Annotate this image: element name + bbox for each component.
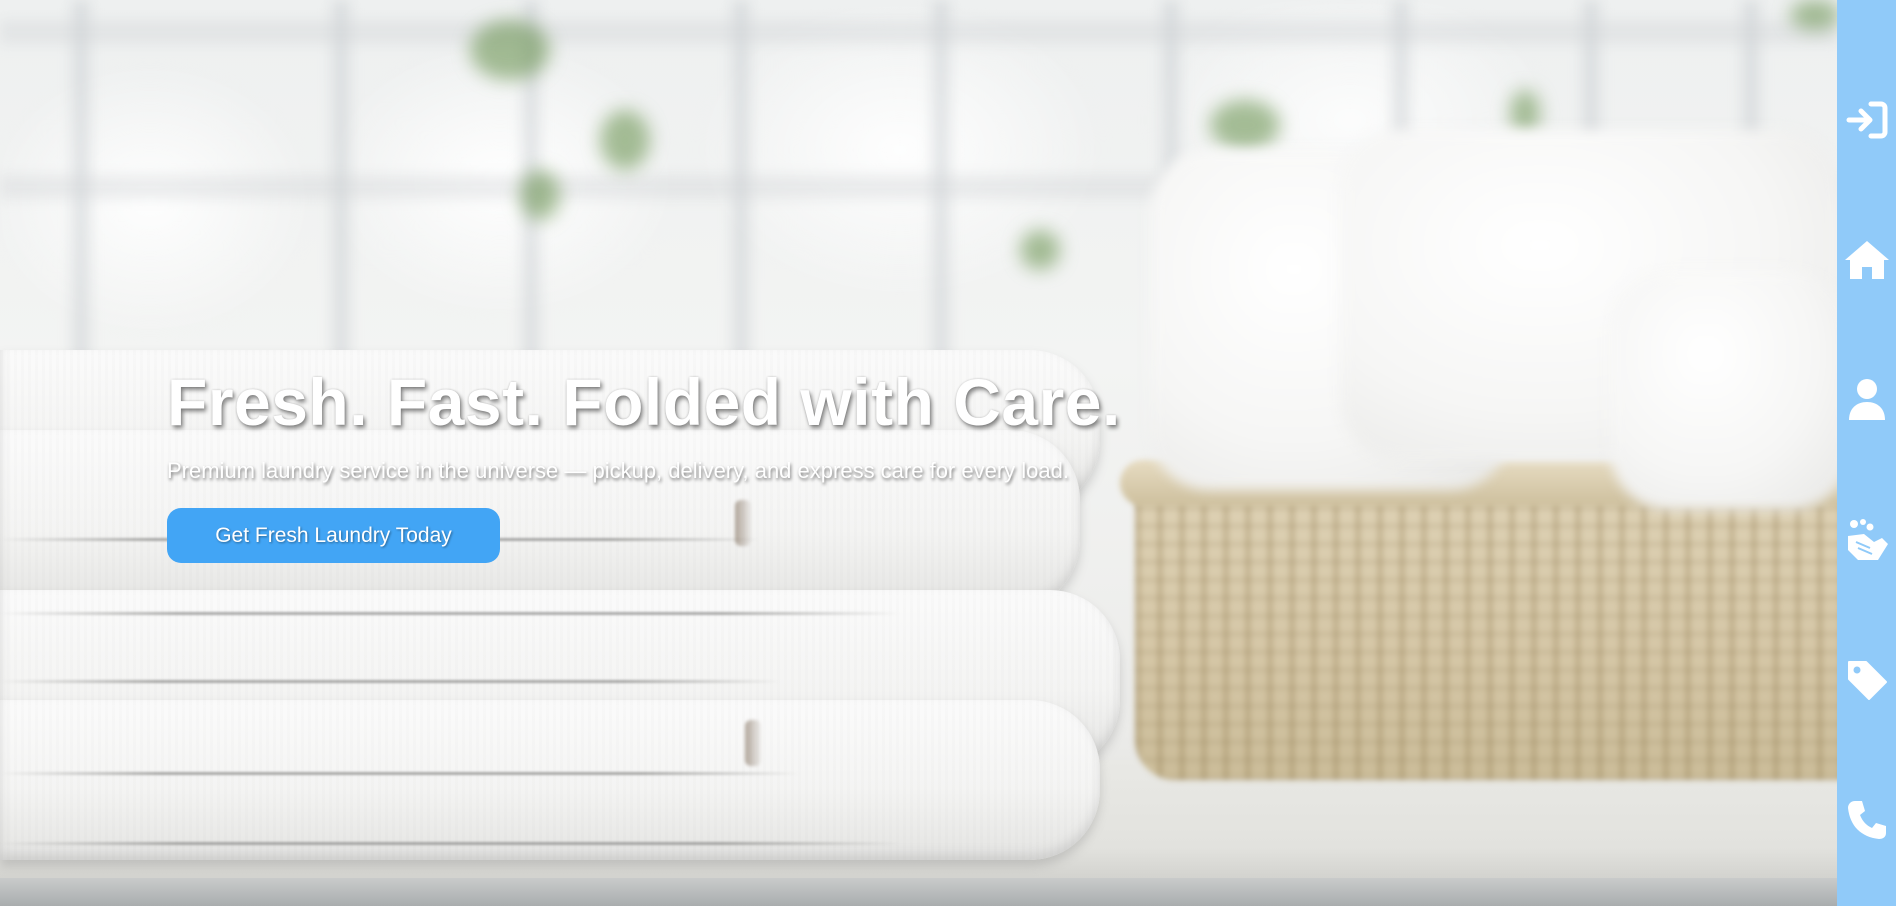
sidebar-item-account[interactable] bbox=[1837, 372, 1896, 428]
hero-section: Fresh. Fast. Folded with Care. Premium l… bbox=[167, 362, 1467, 563]
sidebar-item-pricing[interactable] bbox=[1837, 652, 1896, 708]
phone-icon bbox=[1846, 799, 1888, 841]
home-icon bbox=[1843, 239, 1891, 281]
get-fresh-laundry-button[interactable]: Get Fresh Laundry Today bbox=[167, 508, 500, 563]
sign-in-icon bbox=[1845, 100, 1889, 140]
hands-wash-icon bbox=[1844, 518, 1890, 562]
hero-subtitle: Premium laundry service in the universe … bbox=[167, 458, 1069, 483]
user-icon bbox=[1847, 378, 1887, 422]
sidebar-item-services[interactable] bbox=[1837, 512, 1896, 568]
laundry-landing-page: Fresh. Fast. Folded with Care. Premium l… bbox=[0, 0, 1896, 906]
tag-icon bbox=[1846, 659, 1888, 701]
sidebar-item-contact[interactable] bbox=[1837, 792, 1896, 848]
hero-title: Fresh. Fast. Folded with Care. bbox=[167, 365, 1121, 439]
sidebar-item-home[interactable] bbox=[1837, 232, 1896, 288]
side-navigation bbox=[1837, 0, 1896, 906]
sidebar-item-sign-in[interactable] bbox=[1837, 92, 1896, 148]
